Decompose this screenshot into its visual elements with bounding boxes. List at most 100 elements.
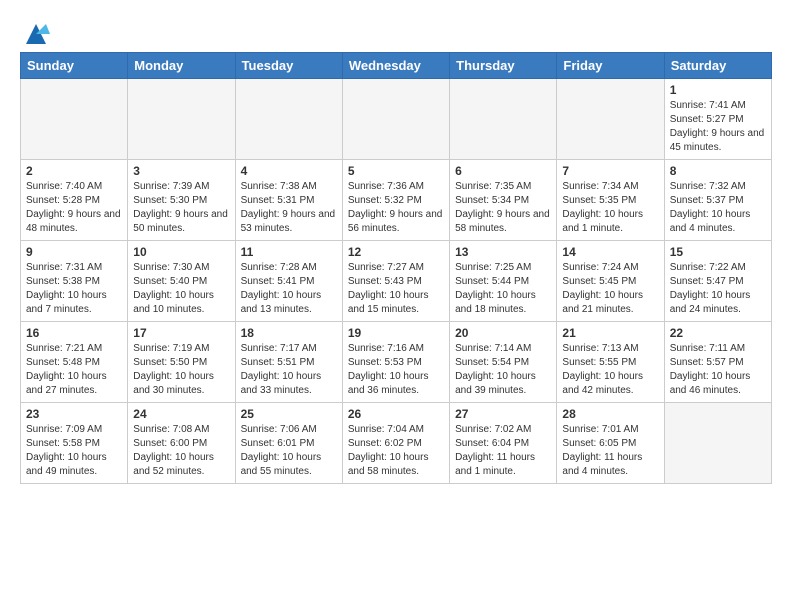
calendar-cell: 13 Sunrise: 7:25 AM Sunset: 5:44 PM Dayli… bbox=[450, 241, 557, 322]
day-info: Sunrise: 7:27 AM Sunset: 5:43 PM Dayligh… bbox=[348, 261, 444, 317]
day-info: Sunrise: 7:21 AM Sunset: 5:48 PM Dayligh… bbox=[26, 342, 122, 398]
day-number: 24 bbox=[133, 407, 229, 421]
calendar-week-row: 1 Sunrise: 7:41 AM Sunset: 5:27 PM Daylig… bbox=[21, 79, 772, 160]
logo bbox=[20, 20, 50, 42]
day-number: 23 bbox=[26, 407, 122, 421]
day-number: 11 bbox=[241, 245, 337, 259]
day-info: Sunrise: 7:13 AM Sunset: 5:55 PM Dayligh… bbox=[562, 342, 658, 398]
day-number: 16 bbox=[26, 326, 122, 340]
day-info: Sunrise: 7:40 AM Sunset: 5:28 PM Dayligh… bbox=[26, 180, 122, 236]
calendar-cell: 23 Sunrise: 7:09 AM Sunset: 5:58 PM Dayli… bbox=[21, 403, 128, 484]
calendar-cell bbox=[128, 79, 235, 160]
day-info: Sunrise: 7:39 AM Sunset: 5:30 PM Dayligh… bbox=[133, 180, 229, 236]
calendar-cell bbox=[664, 403, 771, 484]
calendar-cell: 18 Sunrise: 7:17 AM Sunset: 5:51 PM Dayli… bbox=[235, 322, 342, 403]
calendar-cell: 11 Sunrise: 7:28 AM Sunset: 5:41 PM Dayli… bbox=[235, 241, 342, 322]
day-info: Sunrise: 7:01 AM Sunset: 6:05 PM Dayligh… bbox=[562, 423, 658, 479]
calendar-header-monday: Monday bbox=[128, 53, 235, 79]
day-number: 7 bbox=[562, 164, 658, 178]
calendar-cell: 19Sunrise: 7:16 AM Sunset: 5:53 PM Dayli… bbox=[342, 322, 449, 403]
day-number: 20 bbox=[455, 326, 551, 340]
day-info: Sunrise: 7:25 AM Sunset: 5:44 PM Dayligh… bbox=[455, 261, 551, 317]
calendar-cell: 12 Sunrise: 7:27 AM Sunset: 5:43 PM Dayli… bbox=[342, 241, 449, 322]
calendar-cell bbox=[557, 79, 664, 160]
calendar-cell: 20 Sunrise: 7:14 AM Sunset: 5:54 PM Dayli… bbox=[450, 322, 557, 403]
day-info: Sunrise: 7:14 AM Sunset: 5:54 PM Dayligh… bbox=[455, 342, 551, 398]
day-info: Sunrise: 7:30 AM Sunset: 5:40 PM Dayligh… bbox=[133, 261, 229, 317]
calendar-cell: 10Sunrise: 7:30 AM Sunset: 5:40 PM Dayli… bbox=[128, 241, 235, 322]
calendar-cell: 17 Sunrise: 7:19 AM Sunset: 5:50 PM Dayli… bbox=[128, 322, 235, 403]
calendar-header-wednesday: Wednesday bbox=[342, 53, 449, 79]
day-number: 4 bbox=[241, 164, 337, 178]
calendar-week-row: 23 Sunrise: 7:09 AM Sunset: 5:58 PM Dayli… bbox=[21, 403, 772, 484]
calendar-cell: 26 Sunrise: 7:04 AM Sunset: 6:02 PM Dayli… bbox=[342, 403, 449, 484]
day-info: Sunrise: 7:19 AM Sunset: 5:50 PM Dayligh… bbox=[133, 342, 229, 398]
calendar-cell: 6 Sunrise: 7:35 AM Sunset: 5:34 PM Daylig… bbox=[450, 160, 557, 241]
calendar-cell: 5 Sunrise: 7:36 AM Sunset: 5:32 PM Daylig… bbox=[342, 160, 449, 241]
day-info: Sunrise: 7:09 AM Sunset: 5:58 PM Dayligh… bbox=[26, 423, 122, 479]
day-number: 15 bbox=[670, 245, 766, 259]
day-number: 14 bbox=[562, 245, 658, 259]
day-number: 17 bbox=[133, 326, 229, 340]
day-number: 27 bbox=[455, 407, 551, 421]
calendar-week-row: 16 Sunrise: 7:21 AM Sunset: 5:48 PM Dayli… bbox=[21, 322, 772, 403]
calendar-cell: 8 Sunrise: 7:32 AM Sunset: 5:37 PM Daylig… bbox=[664, 160, 771, 241]
day-info: Sunrise: 7:11 AM Sunset: 5:57 PM Dayligh… bbox=[670, 342, 766, 398]
day-number: 9 bbox=[26, 245, 122, 259]
calendar-cell: 27Sunrise: 7:02 AM Sunset: 6:04 PM Dayli… bbox=[450, 403, 557, 484]
calendar-header-row: SundayMondayTuesdayWednesdayThursdayFrid… bbox=[21, 53, 772, 79]
calendar-cell: 9 Sunrise: 7:31 AM Sunset: 5:38 PM Daylig… bbox=[21, 241, 128, 322]
day-info: Sunrise: 7:36 AM Sunset: 5:32 PM Dayligh… bbox=[348, 180, 444, 236]
day-info: Sunrise: 7:41 AM Sunset: 5:27 PM Dayligh… bbox=[670, 99, 766, 155]
calendar-cell: 4 Sunrise: 7:38 AM Sunset: 5:31 PM Daylig… bbox=[235, 160, 342, 241]
day-info: Sunrise: 7:32 AM Sunset: 5:37 PM Dayligh… bbox=[670, 180, 766, 236]
day-number: 25 bbox=[241, 407, 337, 421]
calendar-cell: 1 Sunrise: 7:41 AM Sunset: 5:27 PM Daylig… bbox=[664, 79, 771, 160]
day-info: Sunrise: 7:38 AM Sunset: 5:31 PM Dayligh… bbox=[241, 180, 337, 236]
day-number: 28 bbox=[562, 407, 658, 421]
calendar-cell: 2 Sunrise: 7:40 AM Sunset: 5:28 PM Daylig… bbox=[21, 160, 128, 241]
calendar-cell bbox=[235, 79, 342, 160]
day-info: Sunrise: 7:16 AM Sunset: 5:53 PM Dayligh… bbox=[348, 342, 444, 398]
day-number: 26 bbox=[348, 407, 444, 421]
day-number: 2 bbox=[26, 164, 122, 178]
day-number: 21 bbox=[562, 326, 658, 340]
day-number: 18 bbox=[241, 326, 337, 340]
calendar-cell: 28 Sunrise: 7:01 AM Sunset: 6:05 PM Dayli… bbox=[557, 403, 664, 484]
calendar-header-saturday: Saturday bbox=[664, 53, 771, 79]
calendar-cell: 16 Sunrise: 7:21 AM Sunset: 5:48 PM Dayli… bbox=[21, 322, 128, 403]
calendar-cell: 7 Sunrise: 7:34 AM Sunset: 5:35 PM Daylig… bbox=[557, 160, 664, 241]
day-info: Sunrise: 7:24 AM Sunset: 5:45 PM Dayligh… bbox=[562, 261, 658, 317]
calendar-cell bbox=[450, 79, 557, 160]
calendar-header-tuesday: Tuesday bbox=[235, 53, 342, 79]
calendar-cell: 3 Sunrise: 7:39 AM Sunset: 5:30 PM Daylig… bbox=[128, 160, 235, 241]
day-info: Sunrise: 7:22 AM Sunset: 5:47 PM Dayligh… bbox=[670, 261, 766, 317]
calendar-header-sunday: Sunday bbox=[21, 53, 128, 79]
day-number: 8 bbox=[670, 164, 766, 178]
calendar-cell bbox=[342, 79, 449, 160]
calendar-cell: 25 Sunrise: 7:06 AM Sunset: 6:01 PM Dayli… bbox=[235, 403, 342, 484]
day-info: Sunrise: 7:35 AM Sunset: 5:34 PM Dayligh… bbox=[455, 180, 551, 236]
calendar-cell: 22Sunrise: 7:11 AM Sunset: 5:57 PM Dayli… bbox=[664, 322, 771, 403]
day-number: 6 bbox=[455, 164, 551, 178]
day-number: 5 bbox=[348, 164, 444, 178]
calendar-cell: 24Sunrise: 7:08 AM Sunset: 6:00 PM Dayli… bbox=[128, 403, 235, 484]
calendar-cell bbox=[21, 79, 128, 160]
day-info: Sunrise: 7:06 AM Sunset: 6:01 PM Dayligh… bbox=[241, 423, 337, 479]
day-info: Sunrise: 7:17 AM Sunset: 5:51 PM Dayligh… bbox=[241, 342, 337, 398]
day-number: 1 bbox=[670, 83, 766, 97]
day-number: 13 bbox=[455, 245, 551, 259]
logo-icon bbox=[22, 20, 50, 48]
calendar-header-friday: Friday bbox=[557, 53, 664, 79]
day-info: Sunrise: 7:04 AM Sunset: 6:02 PM Dayligh… bbox=[348, 423, 444, 479]
day-info: Sunrise: 7:31 AM Sunset: 5:38 PM Dayligh… bbox=[26, 261, 122, 317]
day-number: 3 bbox=[133, 164, 229, 178]
day-number: 12 bbox=[348, 245, 444, 259]
calendar-cell: 21 Sunrise: 7:13 AM Sunset: 5:55 PM Dayli… bbox=[557, 322, 664, 403]
day-info: Sunrise: 7:34 AM Sunset: 5:35 PM Dayligh… bbox=[562, 180, 658, 236]
calendar-table: SundayMondayTuesdayWednesdayThursdayFrid… bbox=[20, 52, 772, 484]
calendar-week-row: 9 Sunrise: 7:31 AM Sunset: 5:38 PM Daylig… bbox=[21, 241, 772, 322]
calendar-week-row: 2 Sunrise: 7:40 AM Sunset: 5:28 PM Daylig… bbox=[21, 160, 772, 241]
calendar-cell: 14 Sunrise: 7:24 AM Sunset: 5:45 PM Dayli… bbox=[557, 241, 664, 322]
day-info: Sunrise: 7:28 AM Sunset: 5:41 PM Dayligh… bbox=[241, 261, 337, 317]
